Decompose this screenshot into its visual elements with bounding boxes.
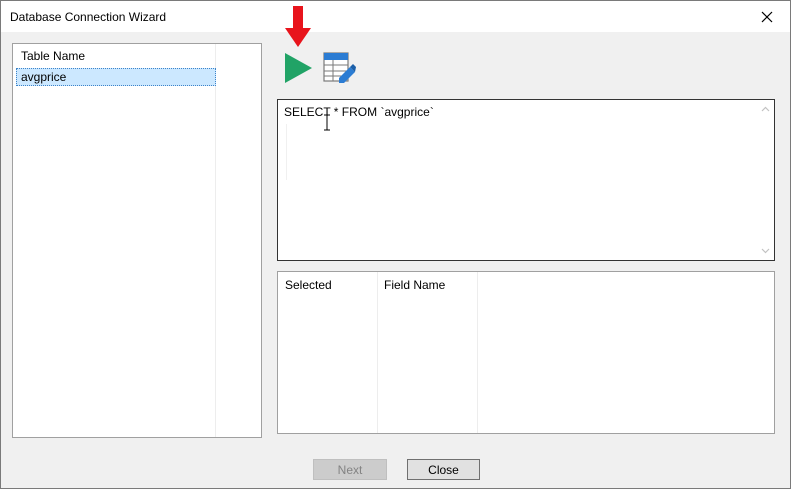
query-designer-icon — [323, 52, 356, 83]
field-name-column-header[interactable]: Field Name — [384, 278, 445, 292]
sql-editor-scrollbar[interactable] — [757, 100, 774, 260]
table-row-avgprice[interactable]: avgprice — [16, 68, 216, 86]
table-list[interactable]: Table Name avgprice — [12, 43, 262, 438]
sql-editor[interactable]: SELECT * FROM `avgprice` — [277, 99, 775, 261]
column-divider — [215, 44, 216, 437]
next-button[interactable]: Next — [313, 459, 387, 480]
close-button[interactable]: Close — [407, 459, 480, 480]
red-arrow-annotation — [285, 6, 311, 47]
sql-query-text[interactable]: SELECT * FROM `avgprice` — [284, 105, 434, 119]
run-query-button[interactable] — [281, 51, 315, 85]
column-divider — [477, 272, 478, 433]
field-list[interactable]: Selected Field Name — [277, 271, 775, 434]
title-bar: Database Connection Wizard — [1, 1, 790, 32]
text-cursor-icon — [324, 114, 330, 131]
table-name-header: Table Name — [21, 49, 86, 63]
chevron-down-icon[interactable] — [761, 246, 770, 255]
editor-guide-line — [286, 124, 287, 180]
selected-column-header[interactable]: Selected — [285, 278, 332, 292]
wizard-window: Database Connection Wizard Table Name av… — [0, 0, 791, 489]
window-title: Database Connection Wizard — [10, 10, 167, 24]
column-divider — [377, 272, 378, 433]
close-icon — [761, 11, 773, 22]
play-icon — [285, 53, 312, 83]
window-close-button[interactable] — [744, 1, 790, 32]
query-designer-button[interactable] — [322, 51, 356, 85]
chevron-up-icon[interactable] — [761, 105, 770, 114]
table-row-label: avgprice — [21, 70, 67, 84]
